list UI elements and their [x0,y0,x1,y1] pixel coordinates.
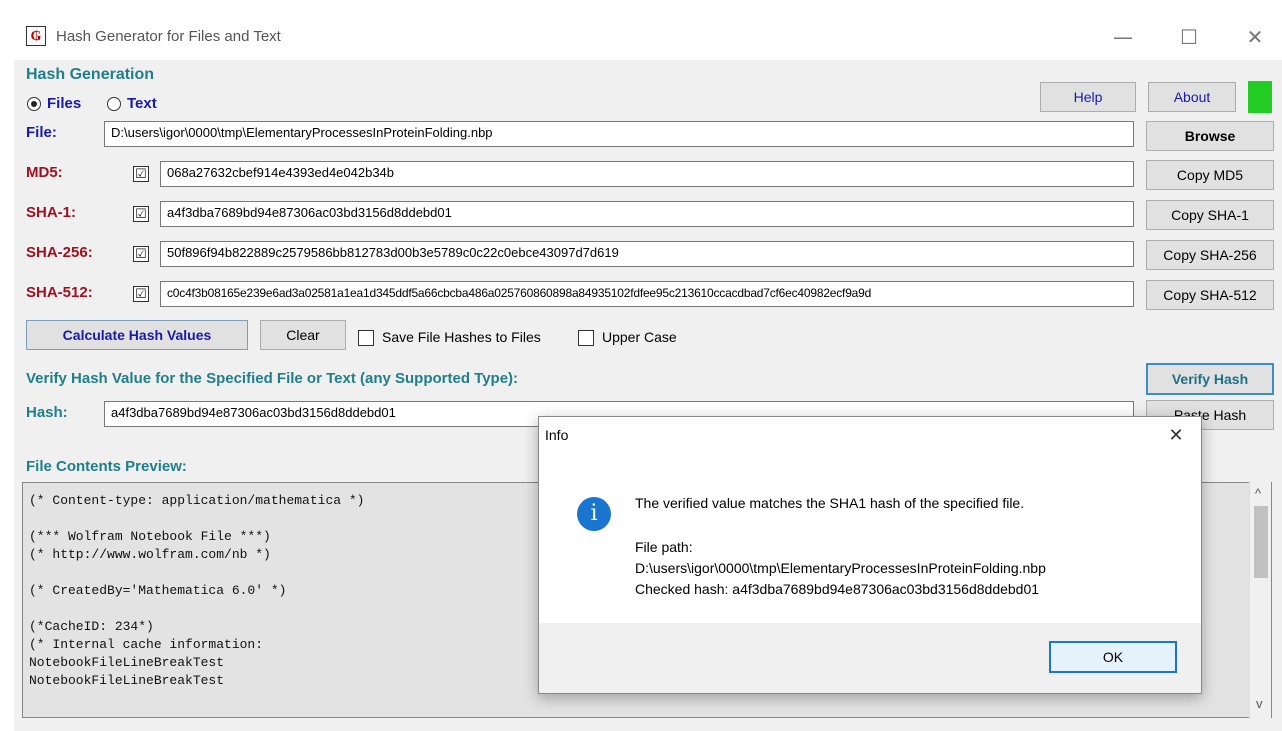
hash-generation-title: Hash Generation [26,66,155,83]
copy-sha512-button[interactable]: Copy SHA-512 [1146,280,1274,310]
ok-button[interactable]: OK [1049,641,1177,673]
sha1-label: SHA-1: [26,204,77,221]
dialog-path-label: File path: [635,539,693,555]
sha256-checkbox[interactable]: ☑ [133,246,149,262]
about-button[interactable]: About [1148,82,1236,112]
info-dialog: Info ✕ i The verified value matches the … [538,416,1202,694]
preview-title: File Contents Preview: [26,458,187,475]
text-radio-label[interactable]: Text [127,95,157,112]
copy-sha1-button[interactable]: Copy SHA-1 [1146,200,1274,230]
preview-line: (* http://www.wolfram.com/nb *) [29,547,271,562]
dialog-message: The verified value matches the SHA1 hash… [635,495,1025,511]
sha256-label: SHA-256: [26,244,93,261]
calculate-button[interactable]: Calculate Hash Values [26,320,248,350]
window-title: Hash Generator for Files and Text [56,28,281,45]
upper-case-label: Upper Case [602,329,677,345]
files-radio-label[interactable]: Files [47,95,81,112]
preview-line: (*CacheID: 234*) [29,619,154,634]
upper-case-checkbox[interactable] [578,330,594,346]
md5-checkbox[interactable]: ☑ [133,166,149,182]
sha1-checkbox[interactable]: ☑ [133,206,149,222]
md5-value-field[interactable]: 068a27632cbef914e4393ed4e042b34b [160,161,1134,187]
app-icon: ₲ [26,26,46,46]
preview-scrollbar[interactable]: ^ v [1249,482,1271,718]
sha512-label: SHA-512: [26,284,93,301]
scroll-down-icon[interactable]: v [1256,696,1263,711]
file-label: File: [26,124,57,141]
sha1-value-field[interactable]: a4f3dba7689bd94e87306ac03bd3156d8ddebd01 [160,201,1134,227]
files-radio-dot [31,101,37,107]
scroll-thumb[interactable] [1254,506,1268,578]
preview-line: (* Content-type: application/mathematica… [29,493,365,508]
browse-button[interactable]: Browse [1146,121,1274,151]
preview-line: NotebookFileLineBreakTest [29,655,225,670]
sha256-value-field[interactable]: 50f896f94b822889c2579586bb812783d00b3e57… [160,241,1134,267]
scroll-up-icon[interactable]: ^ [1255,486,1261,501]
preview-line: (* CreatedBy='Mathematica 6.0' *) [29,583,287,598]
info-icon: i [577,497,611,531]
md5-label: MD5: [26,164,63,181]
sha512-checkbox[interactable]: ☑ [133,286,149,302]
dialog-checked-hash: Checked hash: a4f3dba7689bd94e87306ac03b… [635,581,1040,597]
clear-button[interactable]: Clear [260,320,346,350]
status-indicator [1248,81,1272,113]
save-to-files-checkbox[interactable] [358,330,374,346]
preview-line: (* Internal cache information: [29,637,264,652]
preview-line: NotebookFileLineBreakTest [29,673,225,688]
save-to-files-label: Save File Hashes to Files [382,329,541,345]
minimize-button[interactable]: — [1100,20,1146,54]
dialog-path-value: D:\users\igor\0000\tmp\ElementaryProcess… [635,560,1046,576]
copy-sha256-button[interactable]: Copy SHA-256 [1146,240,1274,270]
hash-label: Hash: [26,404,68,421]
file-path-input[interactable]: D:\users\igor\0000\tmp\ElementaryProcess… [104,121,1134,147]
copy-md5-button[interactable]: Copy MD5 [1146,160,1274,190]
dialog-footer: OK [539,623,1201,693]
dialog-title: Info [545,427,569,443]
preview-line: (*** Wolfram Notebook File ***) [29,529,271,544]
files-radio[interactable] [27,97,41,111]
verify-hash-button[interactable]: Verify Hash [1146,363,1274,395]
verify-title: Verify Hash Value for the Specified File… [26,370,519,387]
help-button[interactable]: Help [1040,82,1136,112]
maximize-button[interactable]: ☐ [1166,20,1212,54]
sha512-value-field[interactable]: c0c4f3b08165e239e6ad3a02581a1ea1d345ddf5… [160,281,1134,307]
text-radio[interactable] [107,97,121,111]
dialog-close-button[interactable]: ✕ [1159,421,1193,451]
close-button[interactable]: ✕ [1232,20,1278,54]
